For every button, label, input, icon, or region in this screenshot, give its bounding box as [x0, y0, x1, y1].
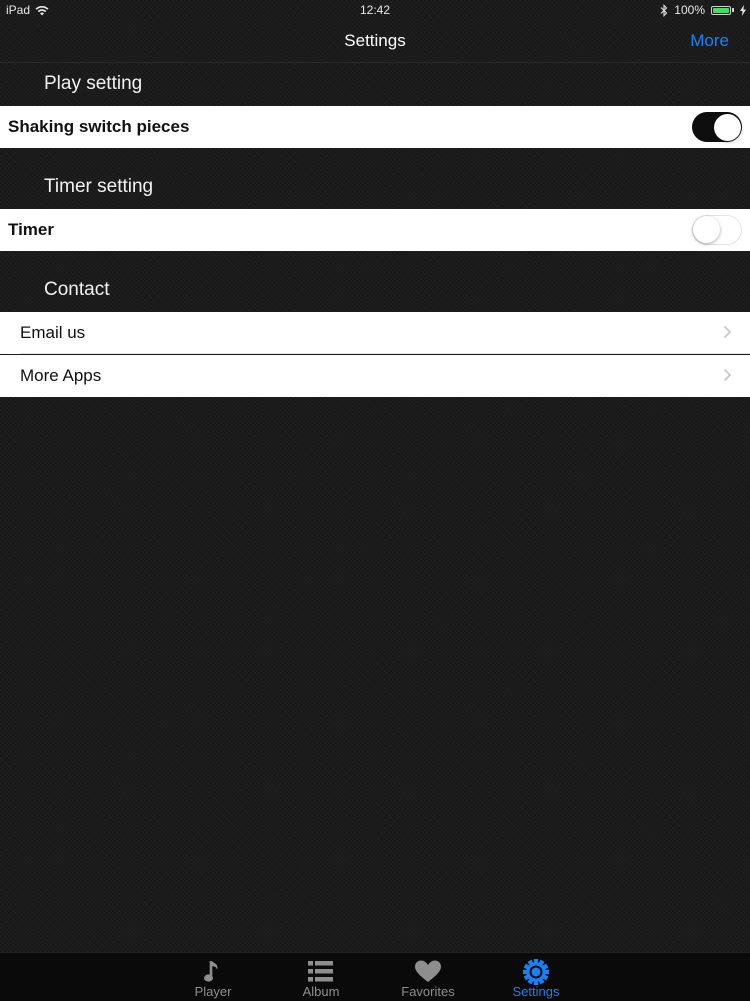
tab-album[interactable]: Album — [276, 953, 366, 1001]
toggle-knob — [693, 216, 720, 243]
list-icon — [308, 961, 333, 982]
timer-row: Timer — [0, 209, 750, 251]
status-time: 12:42 — [359, 3, 391, 17]
tab-favorites-label: Favorites — [401, 984, 455, 999]
section-header-timer-setting: Timer setting — [44, 176, 154, 197]
row-separator — [20, 353, 750, 354]
tab-player-label: Player — [194, 984, 232, 999]
shaking-switch-row: Shaking switch pieces — [0, 106, 750, 148]
navigation-bar: Settings More — [0, 20, 750, 63]
chevron-right-icon — [723, 325, 732, 339]
page-title: Settings — [344, 31, 406, 50]
music-note-icon — [204, 961, 218, 982]
battery-icon — [711, 5, 734, 15]
email-us-label: Email us — [20, 323, 86, 342]
charging-icon — [740, 4, 746, 16]
battery-percent: 100% — [674, 3, 705, 17]
section-header-play-setting: Play setting — [44, 73, 143, 94]
more-apps-row[interactable]: More Apps — [0, 355, 750, 397]
status-right: 100% — [660, 3, 746, 17]
tab-player[interactable]: Player — [168, 953, 258, 1001]
tab-favorites[interactable]: Favorites — [383, 953, 473, 1001]
status-bar: iPad 12:42 100% — [0, 0, 750, 20]
timer-toggle[interactable] — [692, 215, 742, 245]
email-us-row[interactable]: Email us — [0, 312, 750, 354]
more-apps-label: More Apps — [20, 366, 102, 385]
toggle-knob — [713, 113, 741, 141]
shaking-switch-toggle[interactable] — [692, 112, 742, 142]
tab-album-label: Album — [302, 984, 340, 999]
heart-icon — [415, 960, 441, 982]
section-header-contact: Contact — [44, 279, 110, 300]
tab-settings-label: Settings — [512, 984, 560, 999]
shaking-switch-label: Shaking switch pieces — [8, 117, 190, 136]
tab-bar: Player Album Favorites Settings — [0, 952, 750, 1001]
tab-settings[interactable]: Settings — [491, 953, 581, 1001]
chevron-right-icon — [723, 368, 732, 382]
timer-label: Timer — [8, 220, 54, 239]
bluetooth-icon — [660, 3, 668, 17]
more-button[interactable]: More — [690, 31, 729, 51]
gear-icon — [523, 959, 549, 985]
